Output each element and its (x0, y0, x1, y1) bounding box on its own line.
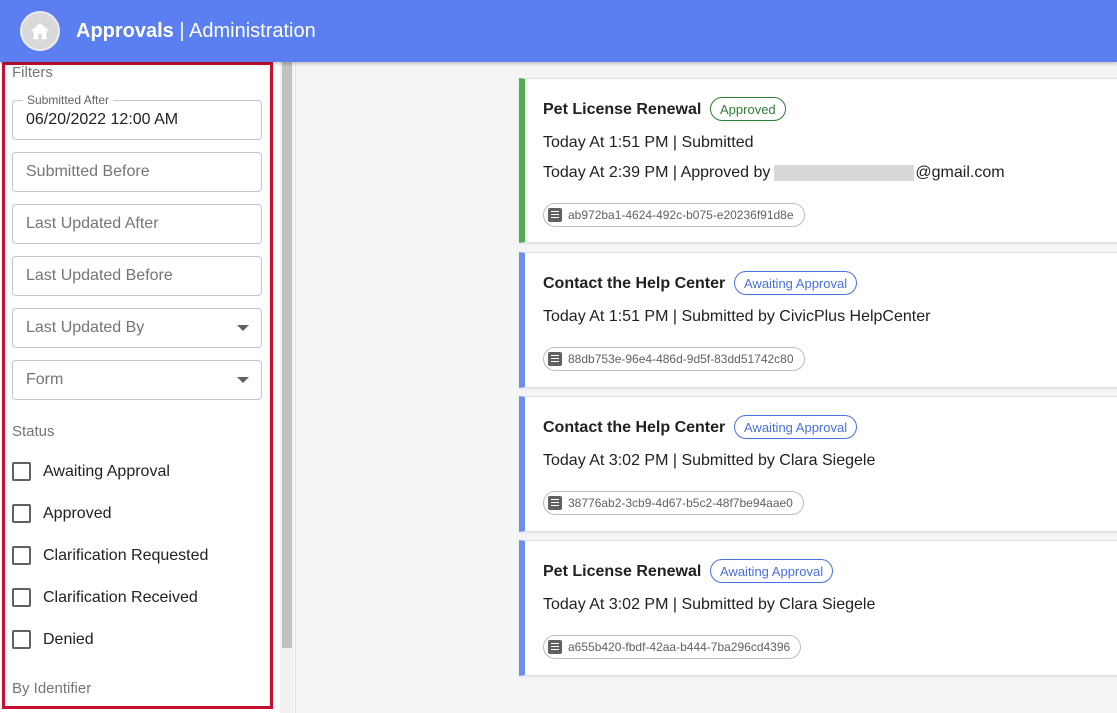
section-name: Administration (189, 19, 316, 42)
status-badge: Awaiting Approval (734, 415, 858, 439)
identifier-chip[interactable]: 88db753e-96e4-486d-9d5f-83dd51742c80 (543, 347, 805, 371)
submitted-before-field[interactable]: Submitted Before (12, 152, 262, 192)
document-icon (548, 640, 562, 654)
checkbox-label: Awaiting Approval (43, 462, 170, 480)
dropdown-arrow-icon (237, 377, 249, 383)
approval-card[interactable]: Contact the Help Center Awaiting Approva… (519, 396, 1117, 532)
checkbox[interactable] (12, 462, 31, 481)
last-updated-after-placeholder: Last Updated After (26, 215, 159, 232)
submitted-before-placeholder: Submitted Before (26, 163, 150, 180)
document-icon (548, 352, 562, 366)
approved-line: Today At 2:39 PM | Approved by @gmail.com (543, 164, 1005, 182)
submitted-after-value: 06/20/2022 12:00 AM (26, 111, 179, 128)
identifier-heading: By Identifier (12, 680, 92, 697)
checkbox-label: Denied (43, 630, 94, 648)
last-updated-by-select[interactable]: Last Updated By (12, 308, 262, 348)
card-title: Contact the Help Center (543, 419, 726, 436)
approval-card[interactable]: Pet License Renewal Approved Today At 1:… (519, 78, 1117, 243)
card-title: Contact the Help Center (543, 275, 726, 292)
checkbox[interactable] (12, 504, 31, 523)
identifier-text: 38776ab2-3cb9-4d67-b5c2-48f7be94aae0 (568, 496, 793, 510)
checkbox[interactable] (12, 588, 31, 607)
checkbox[interactable] (12, 630, 31, 649)
approval-card[interactable]: Contact the Help Center Awaiting Approva… (519, 252, 1117, 388)
submitted-after-field[interactable]: Submitted After 06/20/2022 12:00 AM (12, 93, 262, 140)
identifier-chip[interactable]: 38776ab2-3cb9-4d67-b5c2-48f7be94aae0 (543, 491, 804, 515)
status-checkbox-awaiting-approval[interactable]: Awaiting Approval (12, 462, 170, 481)
status-badge: Approved (710, 97, 786, 121)
last-updated-before-placeholder: Last Updated Before (26, 267, 173, 284)
scrollbar-thumb[interactable] (282, 62, 292, 648)
submitted-line: Today At 3:02 PM | Submitted by Clara Si… (543, 596, 876, 613)
status-checkbox-clarification-requested[interactable]: Clarification Requested (12, 546, 208, 565)
status-heading: Status (12, 423, 55, 440)
submitted-line: Today At 1:51 PM | Submitted by CivicPlu… (543, 308, 931, 325)
identifier-text: ab972ba1-4624-492c-b075-e20236f91d8e (568, 208, 794, 222)
submitted-line: Today At 3:02 PM | Submitted by Clara Si… (543, 452, 876, 469)
status-badge: Awaiting Approval (734, 271, 858, 295)
approval-card[interactable]: Pet License Renewal Awaiting Approval To… (519, 540, 1117, 676)
status-checkbox-denied[interactable]: Denied (12, 630, 94, 649)
identifier-chip[interactable]: ab972ba1-4624-492c-b075-e20236f91d8e (543, 203, 805, 227)
app-name: Approvals (76, 19, 174, 42)
card-title: Pet License Renewal (543, 563, 702, 580)
home-icon (30, 22, 50, 40)
app-header: Approvals | Administration (0, 0, 1117, 62)
redacted-email (774, 164, 915, 181)
identifier-chip[interactable]: a655b420-fbdf-42aa-b444-7ba296cd4396 (543, 635, 802, 659)
status-checkbox-clarification-received[interactable]: Clarification Received (12, 588, 198, 607)
status-badge: Awaiting Approval (710, 559, 834, 583)
submitted-after-label: Submitted After (23, 93, 114, 107)
submitted-line: Today At 1:51 PM | Submitted (543, 134, 754, 151)
checkbox-label: Approved (43, 504, 112, 522)
identifier-text: 88db753e-96e4-486d-9d5f-83dd51742c80 (568, 352, 794, 366)
title-separator: | (179, 19, 185, 42)
last-updated-before-field[interactable]: Last Updated Before (12, 256, 262, 296)
status-checkbox-approved[interactable]: Approved (12, 504, 112, 523)
checkbox[interactable] (12, 546, 31, 565)
approved-by-text: Today At 2:39 PM | Approved by (543, 164, 771, 181)
document-icon (548, 208, 562, 222)
identifier-text: a655b420-fbdf-42aa-b444-7ba296cd4396 (568, 640, 791, 654)
home-button[interactable] (20, 11, 60, 51)
checkbox-label: Clarification Requested (43, 546, 209, 564)
email-domain: @gmail.com (915, 164, 1005, 181)
last-updated-by-placeholder: Last Updated By (26, 319, 145, 336)
checkbox-label: Clarification Received (43, 588, 198, 606)
page-title: Approvals | Administration (76, 20, 316, 43)
form-select[interactable]: Form (12, 360, 262, 400)
document-icon (548, 496, 562, 510)
filters-panel: Filters Submitted After 06/20/2022 12:00… (0, 62, 296, 713)
last-updated-after-field[interactable]: Last Updated After (12, 204, 262, 244)
form-placeholder: Form (26, 371, 64, 388)
filters-heading: Filters (12, 64, 53, 81)
dropdown-arrow-icon (237, 325, 249, 331)
card-title: Pet License Renewal (543, 101, 702, 118)
